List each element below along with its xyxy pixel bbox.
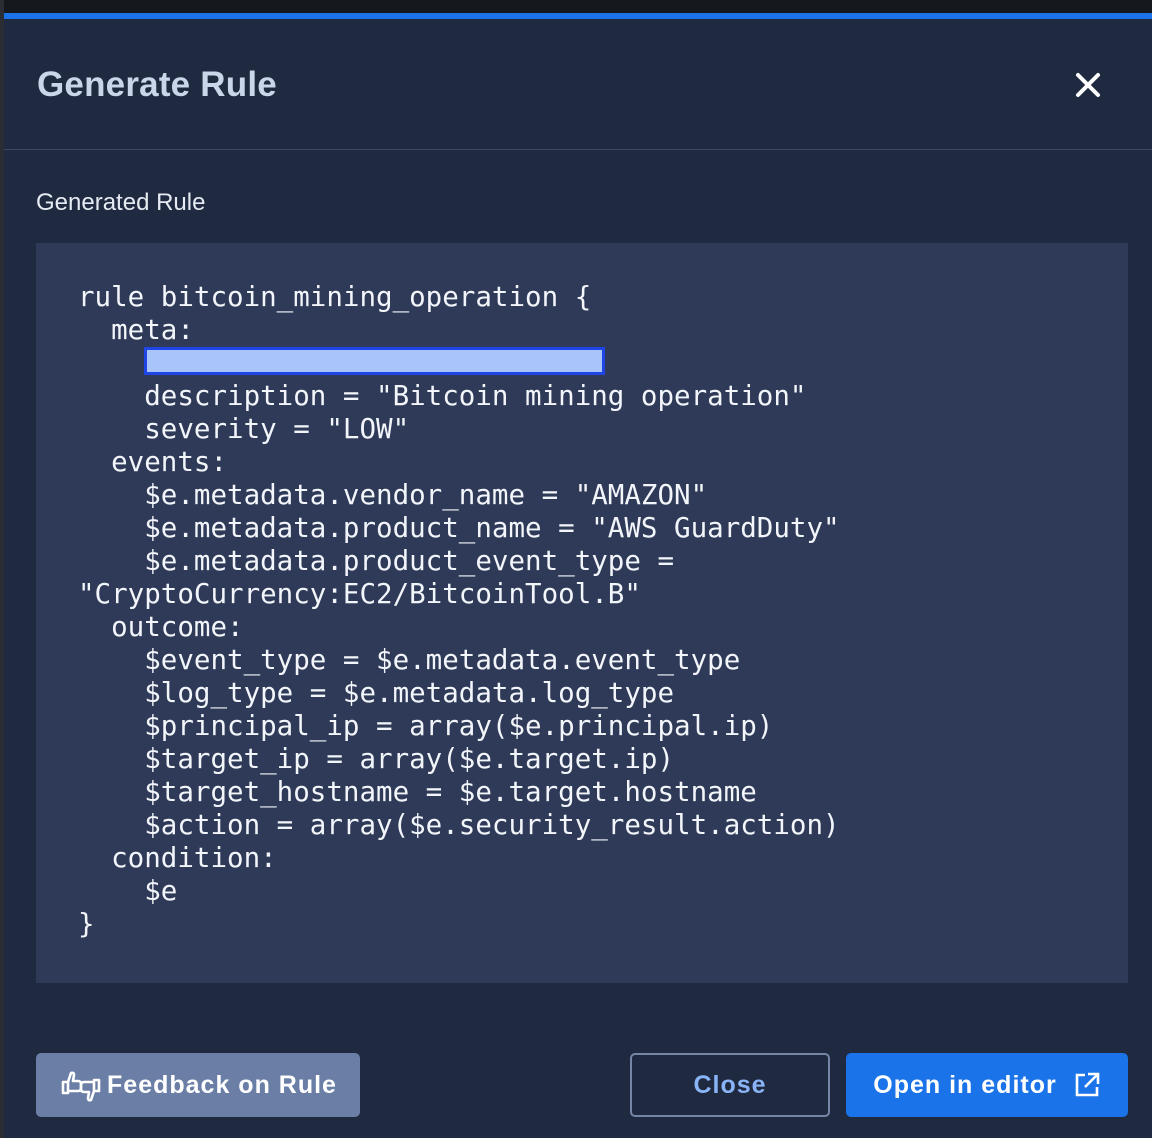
close-icon[interactable] bbox=[1070, 67, 1106, 103]
feedback-on-rule-button[interactable]: Feedback on Rule bbox=[36, 1053, 360, 1117]
close-button[interactable]: Close bbox=[630, 1053, 830, 1117]
generate-rule-dialog: Generate Rule Generated Rule rule bitcoi… bbox=[4, 13, 1152, 1138]
feedback-label: Feedback on Rule bbox=[107, 1070, 337, 1099]
open-in-editor-label: Open in editor bbox=[873, 1070, 1057, 1099]
thumbs-feedback-icon bbox=[59, 1067, 103, 1103]
close-label: Close bbox=[693, 1070, 767, 1099]
generated-rule-label: Generated Rule bbox=[36, 189, 206, 216]
code-lines-after: description = "Bitcoin mining operation"… bbox=[78, 380, 840, 940]
open-in-editor-button[interactable]: Open in editor bbox=[846, 1053, 1128, 1117]
external-link-icon bbox=[1073, 1071, 1101, 1099]
rule-code: rule bitcoin_mining_operation { meta: de… bbox=[78, 281, 840, 941]
dialog-title: Generate Rule bbox=[37, 65, 277, 104]
dialog-header: Generate Rule bbox=[4, 19, 1152, 150]
redacted-selection bbox=[144, 347, 606, 375]
code-redacted-line bbox=[78, 347, 606, 379]
code-lines-before: rule bitcoin_mining_operation { meta: bbox=[78, 281, 592, 346]
code-block: rule bitcoin_mining_operation { meta: de… bbox=[36, 243, 1128, 983]
